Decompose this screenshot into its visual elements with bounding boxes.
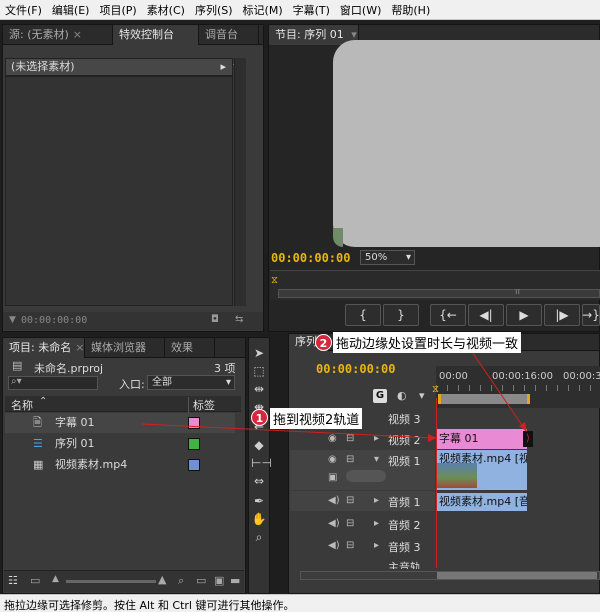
arrow-one-head (428, 434, 437, 442)
status-bar: 拖拉边缘可选择修剪。按住 Alt 和 Ctrl 键可进行其他操作。 (0, 594, 600, 612)
annotation-text-one: 拖到视频2轨道 (270, 408, 363, 429)
annotation-text-two: 拖动边缘处设置时长与视频一致 (333, 332, 522, 353)
arrow-two-line (469, 348, 525, 429)
arrow-two-head (519, 422, 527, 432)
status-text: 拖拉边缘可选择修剪。按住 Alt 和 Ctrl 键可进行其他操作。 (4, 599, 295, 612)
annotation-arrows (141, 348, 527, 442)
annotation-badge-two: 2 (315, 334, 332, 351)
annotation-badge-one: 1 (251, 409, 268, 426)
